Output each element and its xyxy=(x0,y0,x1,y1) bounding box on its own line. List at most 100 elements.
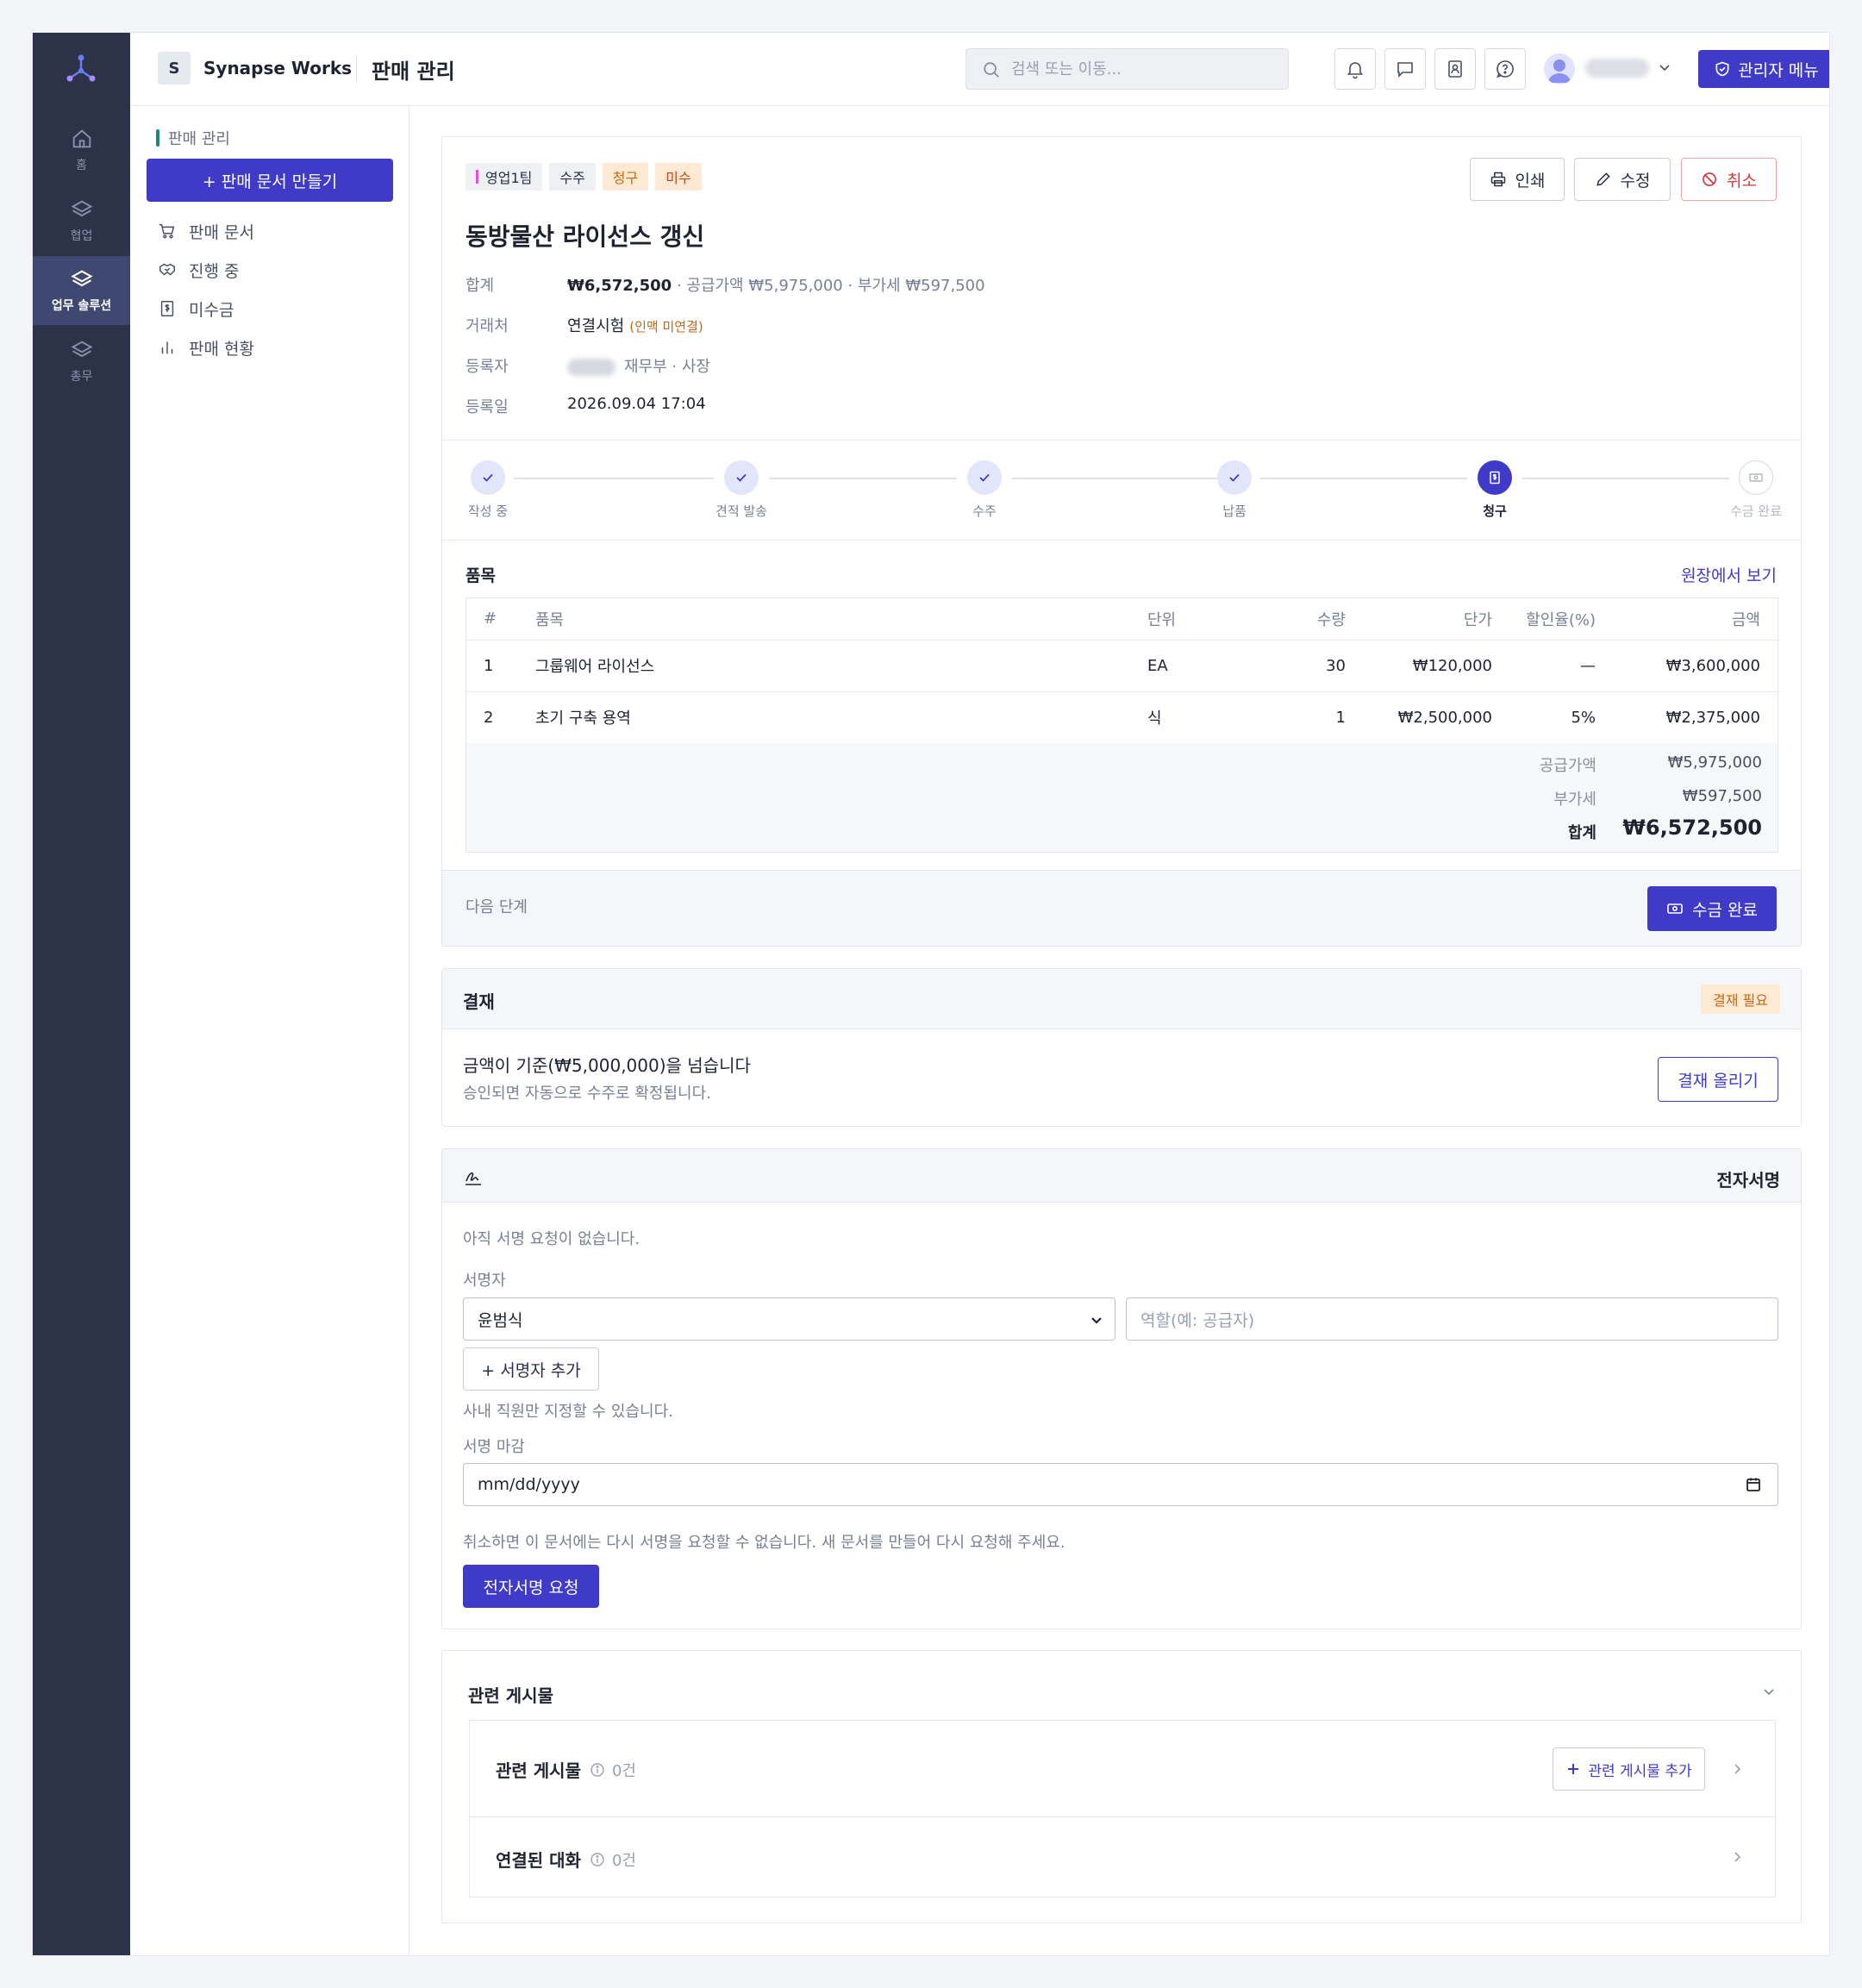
user-name-blurred[interactable] xyxy=(1585,59,1649,78)
nav-rail: 홈 협업 업무 솔루션 총무 xyxy=(33,33,130,1955)
top-bar: S Synapse Works 판매 관리 관리자 메뉴 xyxy=(130,33,1829,106)
esign-title: 전자서명 xyxy=(1716,1170,1780,1191)
contacts-button[interactable] xyxy=(1434,48,1476,90)
sidebar-item-sales-docs[interactable]: 판매 문서 xyxy=(158,218,254,244)
step-quote-sent: 견적 발송 xyxy=(690,460,793,520)
request-esign-button[interactable]: 전자서명 요청 xyxy=(463,1565,599,1608)
signer-select[interactable]: 윤범식 xyxy=(463,1297,1115,1341)
date-value: 2026.09.04 17:04 xyxy=(567,395,706,413)
col-header: 단위 xyxy=(1147,598,1259,641)
status-tag-order: 수주 xyxy=(549,163,596,191)
total-label: 합계 xyxy=(466,277,495,295)
edit-button[interactable]: 수정 xyxy=(1574,158,1671,201)
row-number: 2 xyxy=(466,691,535,744)
ledger-link[interactable]: 원장에서 보기 xyxy=(1681,563,1777,586)
step-dot xyxy=(724,460,759,495)
col-header: 품목 xyxy=(535,598,1147,641)
signer-select-value: 윤범식 xyxy=(478,1310,523,1330)
chevron-down-icon[interactable] xyxy=(1759,1682,1778,1701)
step-connector xyxy=(514,478,714,479)
avatar[interactable] xyxy=(1544,53,1575,84)
status-tag-unpaid: 미수 xyxy=(655,163,702,191)
role-input[interactable]: 역할(예: 공급자) xyxy=(1126,1297,1778,1341)
total-value: ₩6,572,500 · 공급가액 ₩5,975,000 · 부가세 ₩597,… xyxy=(567,273,985,296)
search-icon xyxy=(984,62,999,78)
invoice-icon xyxy=(1490,471,1500,484)
team-color-marker xyxy=(476,170,478,184)
ban-icon xyxy=(1703,172,1716,186)
admin-menu-button[interactable]: 관리자 메뉴 xyxy=(1698,50,1829,88)
step-label: 견적 발송 xyxy=(715,503,767,519)
vat-label: 부가세 xyxy=(1553,791,1596,809)
totals-area: 공급가액 ₩5,975,000 부가세 ₩597,500 합계 ₩6,572,5… xyxy=(466,743,1778,852)
linked-chats-title: 연결된 대화 0건 xyxy=(496,1847,636,1872)
status-tag-billing: 청구 xyxy=(602,163,649,191)
app-window: 홈 협업 업무 솔루션 총무 S Synapse Works 판매 관리 검색 … xyxy=(32,32,1830,1956)
rail-item-label: 홈 xyxy=(76,159,87,172)
step-drafting: 작성 중 xyxy=(436,460,540,520)
approval-card: 결재 결재 필요 금액이 기준(₩5,000,000)을 넘습니다 승인되면 자… xyxy=(441,968,1802,1127)
workspace-badge[interactable]: S xyxy=(158,52,191,84)
chevron-down-icon[interactable] xyxy=(1656,59,1673,76)
calendar-icon[interactable] xyxy=(1745,1476,1762,1493)
registrant-label: 등록자 xyxy=(466,358,509,376)
row-discount: 5% xyxy=(1492,691,1596,744)
sidebar-item-sales-status[interactable]: 판매 현황 xyxy=(158,334,254,360)
esign-empty-message: 아직 서명 요청이 없습니다. xyxy=(463,1230,640,1248)
sidebar-item-receivables[interactable]: 미수금 xyxy=(158,296,234,322)
step-dot xyxy=(1739,460,1773,495)
rail-item-label: 업무 솔루션 xyxy=(51,299,112,313)
app-logo-icon[interactable] xyxy=(64,52,98,86)
shield-check-icon xyxy=(1715,61,1729,77)
help-button[interactable] xyxy=(1484,48,1526,90)
messages-button[interactable] xyxy=(1384,48,1426,90)
step-label: 수주 xyxy=(972,503,997,519)
add-related-post-button[interactable]: 관련 게시물 추가 xyxy=(1553,1747,1705,1791)
row-discount: — xyxy=(1492,640,1596,692)
signer-label: 서명자 xyxy=(463,1272,506,1290)
workspace-name[interactable]: Synapse Works xyxy=(203,58,352,78)
col-header: 수량 xyxy=(1259,598,1346,641)
table-row[interactable]: 2 초기 구축 용역 식 1 ₩2,500,000 5% ₩2,375,000 xyxy=(466,691,1778,744)
rail-item-collab[interactable]: 협업 xyxy=(33,186,130,255)
total-amount: ₩6,572,500 xyxy=(567,277,672,295)
plus-icon xyxy=(1568,1764,1579,1774)
search-box[interactable] xyxy=(965,48,1289,90)
check-icon xyxy=(483,473,493,482)
row-unit: 식 xyxy=(1147,691,1259,744)
team-tag-label: 영업1팀 xyxy=(485,170,533,186)
row-qty: 30 xyxy=(1259,640,1346,692)
search-input[interactable] xyxy=(1011,49,1270,89)
rail-item-work-solutions[interactable]: 업무 솔루션 xyxy=(33,256,130,325)
sidebar-item-label: 미수금 xyxy=(189,300,234,320)
add-signer-button[interactable]: + 서명자 추가 xyxy=(463,1347,599,1391)
print-button[interactable]: 인쇄 xyxy=(1470,158,1565,201)
table-row[interactable]: 1 그룹웨어 라이선스 EA 30 ₩120,000 — ₩3,600,000 xyxy=(466,640,1778,692)
client-name[interactable]: 연결시험 xyxy=(567,317,624,335)
submit-approval-button[interactable]: 결재 올리기 xyxy=(1658,1057,1778,1102)
sidebar-item-in-progress[interactable]: 진행 중 xyxy=(158,257,239,283)
cancel-button[interactable]: 취소 xyxy=(1681,158,1777,201)
page-title: 판매 관리 xyxy=(372,59,455,84)
create-sales-doc-button[interactable]: + 판매 문서 만들기 xyxy=(147,159,393,202)
supply-label: 공급가액 xyxy=(1539,757,1596,775)
payment-complete-button[interactable]: 수금 완료 xyxy=(1647,886,1777,931)
linked-chats-row[interactable]: 연결된 대화 0건 xyxy=(469,1816,1776,1897)
related-card: 관련 게시물 관련 게시물 0건 관련 게시물 추가 연결된 대화 0건 xyxy=(441,1650,1802,1923)
deadline-date-input[interactable]: mm/dd/yyyy xyxy=(463,1463,1778,1506)
col-header: # xyxy=(466,598,535,641)
registrant-role: 재무부 · 사장 xyxy=(624,358,710,376)
step-connector xyxy=(769,478,957,479)
step-label: 청구 xyxy=(1483,503,1507,519)
related-posts-row[interactable]: 관련 게시물 0건 관련 게시물 추가 xyxy=(469,1720,1776,1817)
row-qty: 1 xyxy=(1259,691,1346,744)
rail-item-label: 협업 xyxy=(70,229,93,243)
rail-item-home[interactable]: 홈 xyxy=(33,116,130,184)
next-step-bar: 다음 단계 수금 완료 xyxy=(442,870,1801,946)
section-marker xyxy=(156,129,159,147)
user-avatar-icon xyxy=(1548,59,1571,83)
rail-item-general-affairs[interactable]: 총무 xyxy=(33,327,130,396)
divider xyxy=(442,440,1801,441)
check-icon xyxy=(1229,473,1240,482)
notifications-button[interactable] xyxy=(1334,48,1376,90)
